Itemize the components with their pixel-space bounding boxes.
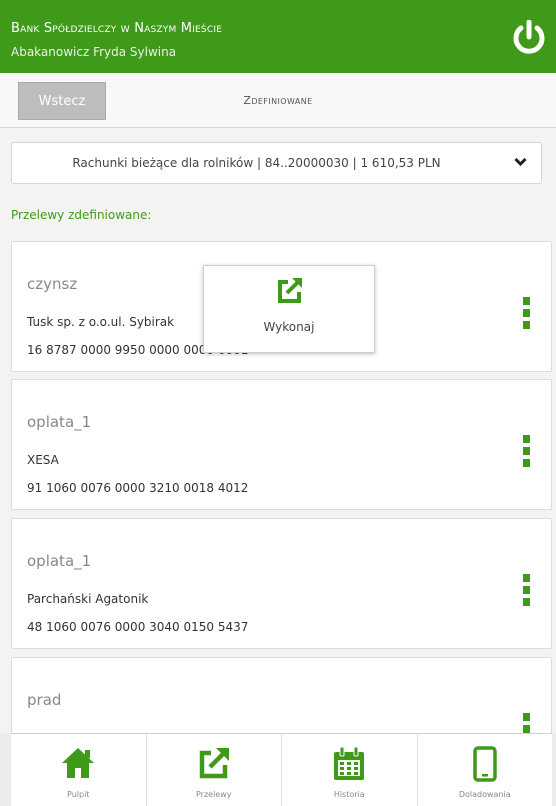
account-select-value: Rachunki bieżące dla rolników | 84..2000… [72,156,441,170]
main-content: Rachunki bieżące dla rolników | 84..2000… [0,128,556,788]
nav-item-pulpit[interactable]: Pulpit [11,734,147,806]
phone-icon [473,746,497,782]
transfer-icon [199,748,229,779]
nav-label: Przelewy [195,790,232,799]
transfer-account: 48 1060 0076 0000 3040 0150 5437 [27,620,249,634]
bottom-nav: Pulpit Przelewy Historia Doladowania [11,733,552,806]
more-options-icon[interactable] [523,574,531,606]
execute-popup[interactable]: Wykonaj [203,265,375,353]
more-options-icon[interactable] [523,297,531,329]
execute-icon [278,278,302,303]
section-label: Przelewy zdefiniowane: [11,208,152,222]
nav-item-przelewy[interactable]: Przelewy [147,734,282,806]
nav-label: Pulpit [67,790,90,799]
power-icon [513,20,545,54]
nav-label: Doladowania [458,790,511,799]
more-options-icon[interactable] [523,435,531,467]
nav-label: Historia [333,790,365,799]
toolbar: Wstecz Zdefiniowane [0,73,556,128]
transfer-name: czynsz [27,275,78,293]
calendar-icon [334,746,365,780]
transfer-name: prad [27,691,62,709]
nav-item-doladowania[interactable]: Doladowania [418,734,553,806]
bank-name: Bank Spółdzielczy w Naszym Mieście [11,21,223,36]
account-select[interactable]: Rachunki bieżące dla rolników | 84..2000… [11,142,542,184]
nav-item-historia[interactable]: Historia [282,734,418,806]
page-title: Zdefiniowane [243,94,313,107]
app-header: Bank Spółdzielczy w Naszym Mieście Abaka… [0,0,556,73]
transfer-account: 91 1060 0076 0000 3210 0018 4012 [27,481,249,495]
transfer-card[interactable]: oplata_1 XESA 91 1060 0076 0000 3210 001… [11,379,552,510]
home-icon [62,748,95,778]
user-name: Abakanowicz Fryda Sylwina [11,45,177,59]
execute-label: Wykonaj [263,320,315,334]
chevron-down-icon [514,157,527,167]
transfer-name: oplata_1 [27,552,92,570]
transfer-card[interactable]: oplata_1 Parchański Agatonik 48 1060 007… [11,518,552,649]
logout-button[interactable] [504,10,554,66]
transfer-recipient: Tusk sp. z o.o.ul. Sybirak [27,315,175,329]
transfer-recipient: Parchański Agatonik [27,592,149,606]
transfer-name: oplata_1 [27,413,92,431]
transfer-recipient: XESA [27,453,59,467]
